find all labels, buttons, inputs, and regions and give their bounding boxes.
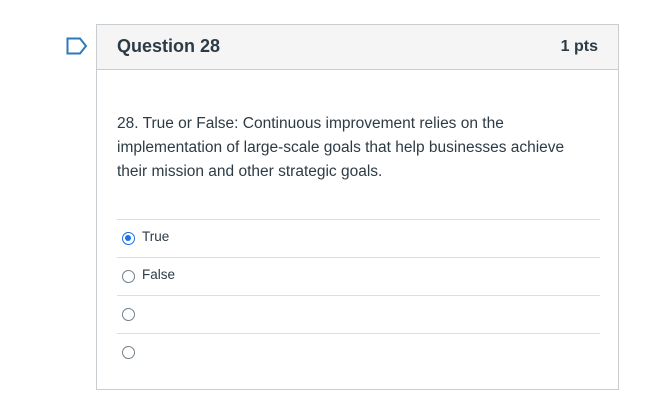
question-points: 1 pts [560, 38, 598, 55]
answer-option-true[interactable]: True [117, 219, 600, 257]
answer-list: True False [117, 219, 600, 371]
answer-option-3[interactable] [117, 295, 600, 333]
answer-label: True [142, 229, 170, 244]
answer-option-4[interactable] [117, 333, 600, 371]
question-title: Question 28 [117, 36, 221, 56]
radio-button[interactable] [122, 346, 135, 359]
radio-button[interactable] [122, 270, 135, 283]
answer-label: False [142, 267, 176, 282]
question-header: Question 28 1 pts [97, 25, 618, 70]
answer-option-false[interactable]: False [117, 257, 600, 295]
question-text: 28. True or False: Continuous improvemen… [117, 115, 565, 180]
question-card: Question 28 1 pts 28. True or False: Con… [96, 24, 619, 390]
flag-question-icon[interactable] [66, 37, 88, 55]
radio-button-selected[interactable] [122, 232, 135, 245]
radio-button[interactable] [122, 308, 135, 321]
